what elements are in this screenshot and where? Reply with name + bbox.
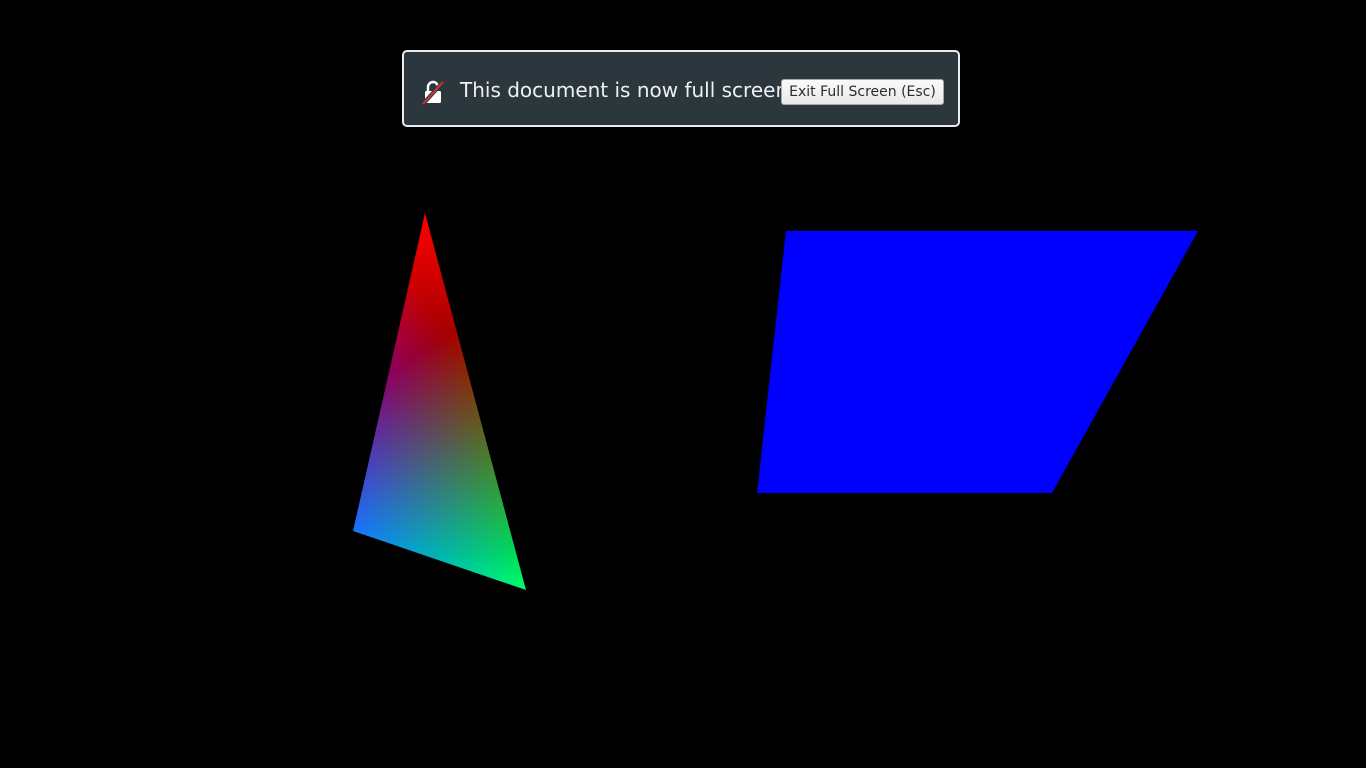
fullscreen-canvas-area: This document is now full screen Exit Fu…	[0, 0, 1366, 768]
blue-parallelogram	[757, 231, 1198, 493]
fullscreen-notification: This document is now full screen Exit Fu…	[402, 50, 960, 127]
gradient-triangle	[353, 213, 526, 590]
padlock-slash-icon	[421, 80, 445, 105]
exit-fullscreen-button[interactable]: Exit Full Screen (Esc)	[781, 79, 944, 105]
fullscreen-message: This document is now full screen	[460, 78, 789, 102]
